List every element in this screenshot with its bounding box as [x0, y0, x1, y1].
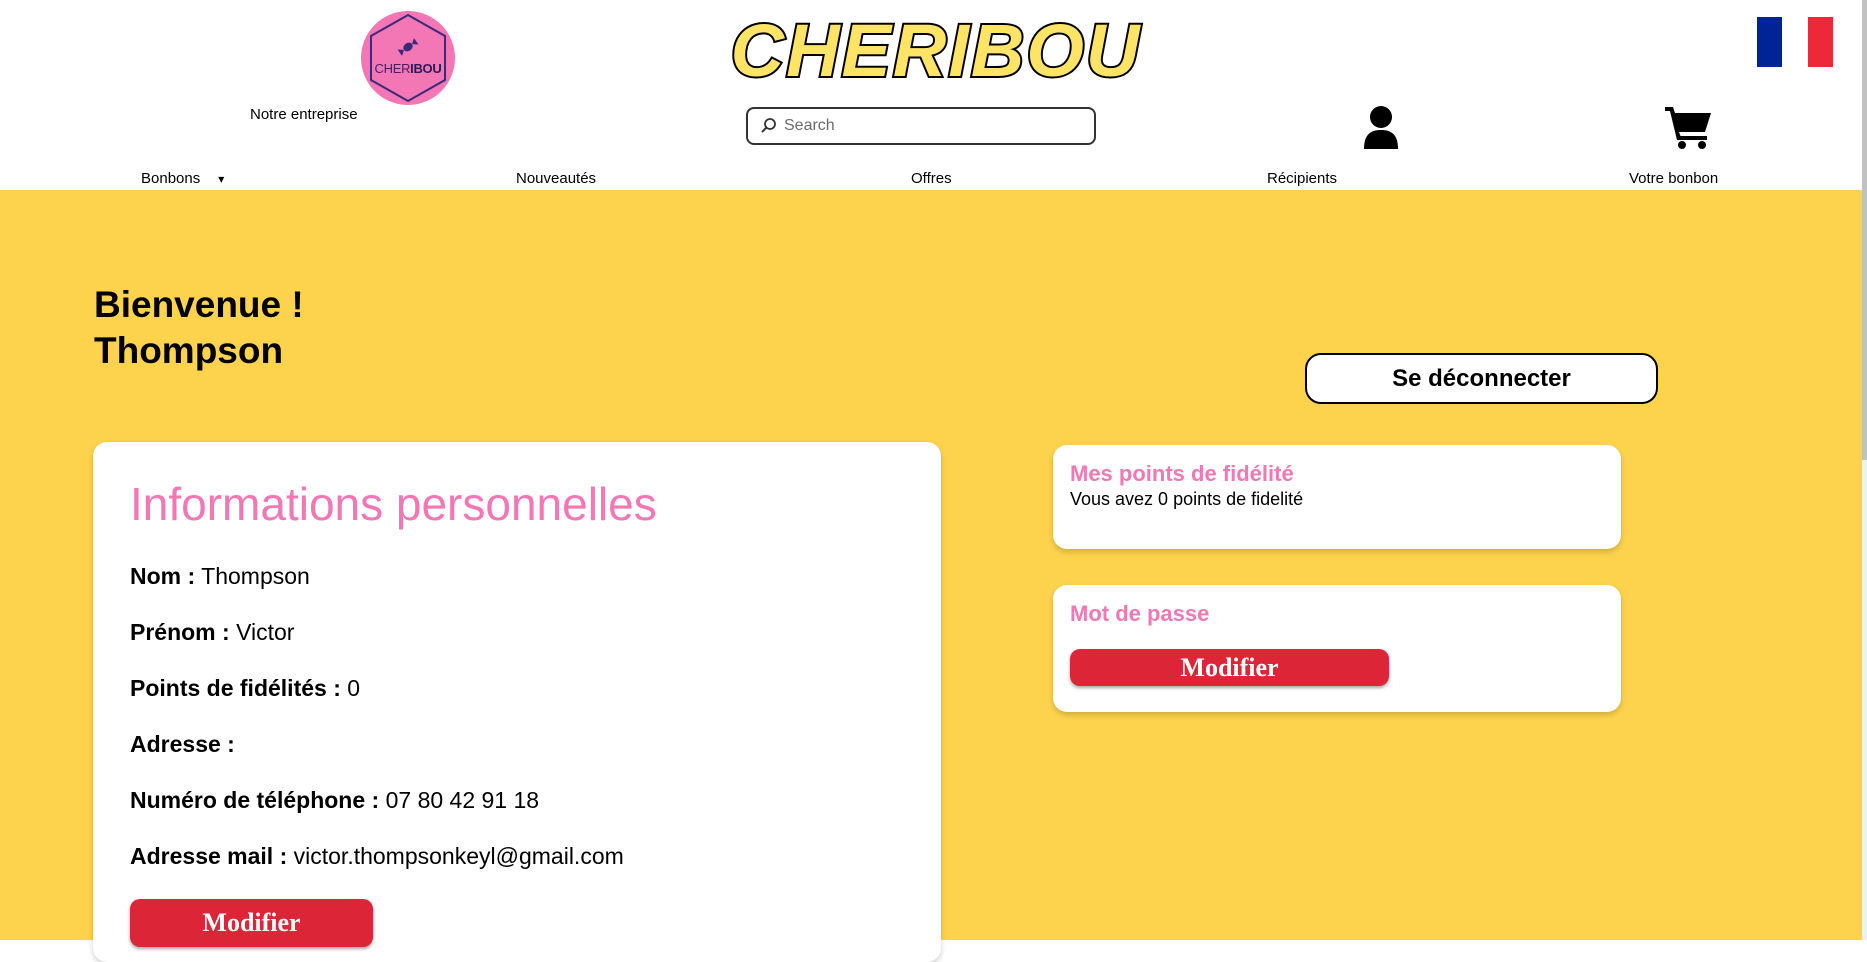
- field-points: Points de fidélités : 0: [130, 675, 360, 702]
- search-box[interactable]: [746, 107, 1096, 145]
- field-value: victor.thompsonkeyl@gmail.com: [293, 843, 624, 869]
- field-label: Adresse :: [130, 731, 235, 757]
- dropdown-arrow-icon: ▾: [218, 172, 225, 186]
- nav-item-votre-bonbon[interactable]: Votre bonbon: [1629, 170, 1718, 187]
- brand-title-text: CHERIBOU: [731, 9, 1142, 92]
- field-value: 0: [347, 675, 361, 701]
- logo[interactable]: CHERIBOU: [361, 11, 455, 105]
- nav-item-recipients[interactable]: Récipients: [1267, 170, 1337, 187]
- password-title: Mot de passe: [1070, 601, 1210, 626]
- nav-item-label: Bonbons: [141, 170, 201, 187]
- scrollbar-thumb[interactable]: [1862, 0, 1867, 460]
- logout-button[interactable]: Se déconnecter: [1305, 353, 1658, 404]
- search-input[interactable]: [782, 116, 1086, 136]
- field-email: Adresse mail : victor.thompsonkeyl@gmail…: [130, 843, 624, 870]
- loyalty-title: Mes points de fidélité: [1070, 461, 1294, 486]
- loyalty-points-card: Mes points de fidélité Vous avez 0 point…: [1053, 445, 1621, 549]
- nav-item-bonbons[interactable]: Bonbons ▾: [141, 170, 224, 187]
- logo-text: CHERIBOU: [374, 60, 442, 76]
- account-page: Bienvenue ! Thompson Se déconnecter Info…: [0, 190, 1862, 962]
- french-flag-icon[interactable]: [1757, 17, 1833, 67]
- field-nom: Nom : Thompson: [130, 563, 310, 590]
- field-label: Points de fidélités :: [130, 675, 341, 701]
- edit-password-button[interactable]: Modifier: [1070, 649, 1389, 686]
- field-prenom: Prénom : Victor: [130, 619, 294, 646]
- logo-hexagon-icon: [370, 13, 446, 103]
- field-adresse: Adresse :: [130, 731, 235, 758]
- field-value: Victor: [236, 619, 295, 645]
- field-label: Nom :: [130, 563, 196, 589]
- personal-info-card: Informations personnelles Nom : Thompson…: [93, 442, 941, 962]
- welcome-username: Thompson: [94, 330, 284, 371]
- field-value: Thompson: [201, 563, 310, 589]
- field-telephone: Numéro de téléphone : 07 80 42 91 18: [130, 787, 539, 814]
- field-label: Prénom :: [130, 619, 230, 645]
- welcome-line: Bienvenue !: [94, 284, 304, 325]
- welcome-heading: Bienvenue ! Thompson: [94, 282, 304, 374]
- company-link[interactable]: Notre entreprise: [250, 106, 358, 123]
- field-label: Numéro de téléphone :: [130, 787, 380, 813]
- nav-item-offres[interactable]: Offres: [911, 170, 952, 187]
- loyalty-text: Vous avez 0 points de fidelité: [1070, 489, 1304, 509]
- user-icon[interactable]: [1362, 105, 1400, 149]
- password-card: Mot de passe Modifier: [1053, 585, 1621, 712]
- main-nav: Bonbons ▾ Nouveautés Offres Récipients Vo…: [0, 170, 1867, 190]
- site-header: CHERIBOU Notre entreprise CHERIBOU Bonbo…: [0, 0, 1867, 190]
- field-value: 07 80 42 91 18: [385, 787, 540, 813]
- brand-title[interactable]: CHERIBOU: [705, 8, 1167, 94]
- cart-icon[interactable]: [1665, 105, 1713, 149]
- personal-info-title: Informations personnelles: [130, 478, 657, 530]
- search-icon: [761, 118, 776, 133]
- nav-item-nouveautes[interactable]: Nouveautés: [516, 170, 596, 187]
- field-label: Adresse mail :: [130, 843, 288, 869]
- page-scrollbar[interactable]: [1862, 0, 1867, 940]
